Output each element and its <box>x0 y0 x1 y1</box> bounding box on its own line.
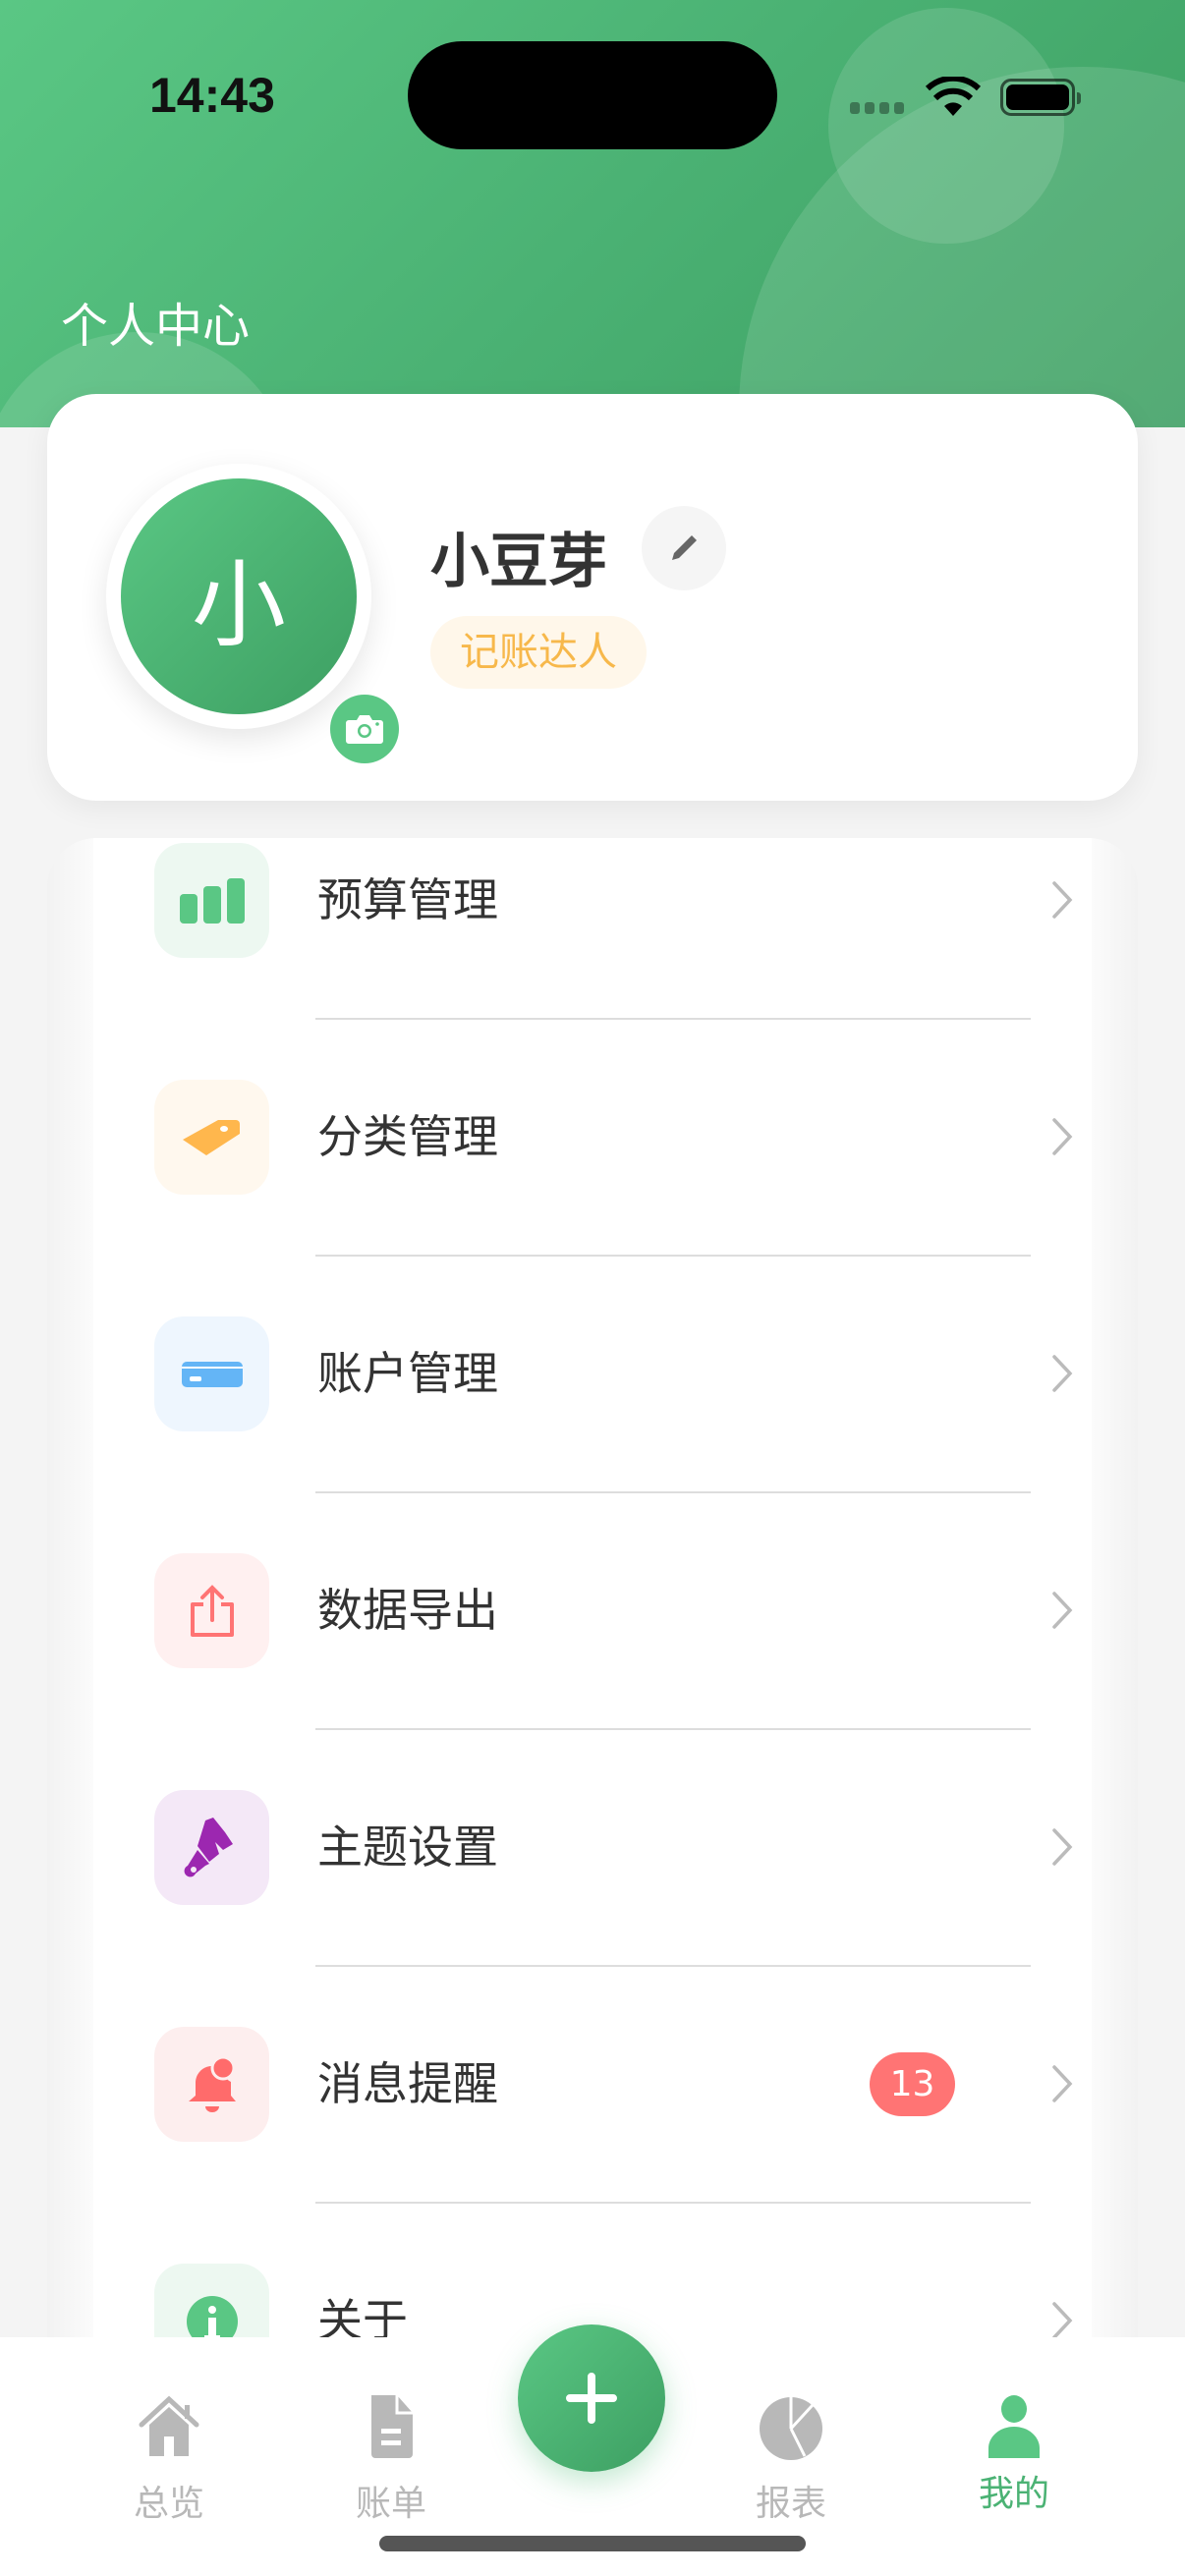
tab-bills[interactable]: 账单 <box>312 2337 470 2534</box>
share-export-icon <box>154 1553 269 1668</box>
person-icon <box>988 2395 1040 2458</box>
home-icon <box>139 2395 199 2456</box>
chevron-right-icon <box>1052 1355 1073 1392</box>
tab-label: 总览 <box>133 2484 204 2524</box>
tab-label: 我的 <box>978 2474 1049 2514</box>
menu-item[interactable]: 数据导出 <box>93 1492 1092 1730</box>
add-icon <box>566 2373 617 2424</box>
chevron-right-icon <box>1052 1592 1073 1629</box>
menu-item-label: 分类管理 <box>317 1110 498 1163</box>
camera-icon[interactable] <box>330 695 399 763</box>
edit-name-button[interactable] <box>642 506 726 590</box>
tab-reports[interactable]: 报表 <box>712 2337 870 2534</box>
menu-item-label: 预算管理 <box>317 873 498 926</box>
page-title: 个人中心 <box>61 299 251 354</box>
status-time: 14:43 <box>149 68 275 123</box>
unread-count-badge: 13 <box>870 2052 955 2116</box>
header: 14:43 个人中心 <box>0 0 1185 427</box>
menu-item[interactable]: 预算管理 <box>93 782 1092 1020</box>
chevron-right-icon <box>1052 2065 1073 2102</box>
menu-item-label: 账户管理 <box>317 1347 498 1400</box>
menu-item[interactable]: 消息提醒 13 <box>93 1966 1092 2204</box>
menu-item-label: 消息提醒 <box>317 2057 498 2110</box>
tab-mine[interactable]: 我的 <box>935 2337 1093 2534</box>
chevron-right-icon <box>1052 1828 1073 1866</box>
chevron-right-icon <box>1052 2302 1073 2339</box>
credit-card-icon <box>154 1316 269 1431</box>
decor-bubble <box>739 67 1185 427</box>
menu-item[interactable]: 分类管理 <box>93 1019 1092 1257</box>
avatar-initial: 小 <box>121 478 357 714</box>
profile-card: 小 小豆芽 记账达人 <box>47 394 1138 801</box>
level-badge: 记账达人 <box>430 616 647 689</box>
pencil-icon <box>672 535 697 560</box>
menu-item-label: 主题设置 <box>317 1820 498 1874</box>
chevron-right-icon <box>1052 881 1073 919</box>
tab-overview[interactable]: 总览 <box>90 2337 248 2534</box>
user-name: 小豆芽 <box>430 528 607 596</box>
menu-item[interactable]: 主题设置 <box>93 1729 1092 1967</box>
dynamic-island <box>408 41 777 149</box>
bell-icon <box>154 2027 269 2142</box>
menu-list: 预算管理 分类管理 账户管理 数据导出 主题设置 消息提醒 13 关于 <box>93 838 1092 2410</box>
wifi-icon <box>926 77 981 116</box>
chevron-right-icon <box>1052 1118 1073 1155</box>
paint-brush-icon <box>154 1790 269 1905</box>
menu-item[interactable]: 账户管理 <box>93 1256 1092 1493</box>
menu-card: 预算管理 分类管理 账户管理 数据导出 主题设置 消息提醒 13 关于 <box>47 838 1138 2410</box>
add-button[interactable] <box>518 2324 665 2472</box>
menu-item-label: 数据导出 <box>317 1584 498 1637</box>
tab-label: 报表 <box>755 2484 826 2524</box>
cellular-signal-icon <box>850 102 904 114</box>
battery-icon <box>1000 79 1081 116</box>
avatar[interactable]: 小 <box>106 464 399 763</box>
tab-label: 账单 <box>355 2484 426 2524</box>
bar-chart-icon <box>154 843 269 958</box>
document-icon <box>371 2395 413 2458</box>
tag-icon <box>154 1080 269 1195</box>
pie-chart-icon <box>760 2397 822 2460</box>
home-indicator[interactable] <box>379 2536 806 2551</box>
